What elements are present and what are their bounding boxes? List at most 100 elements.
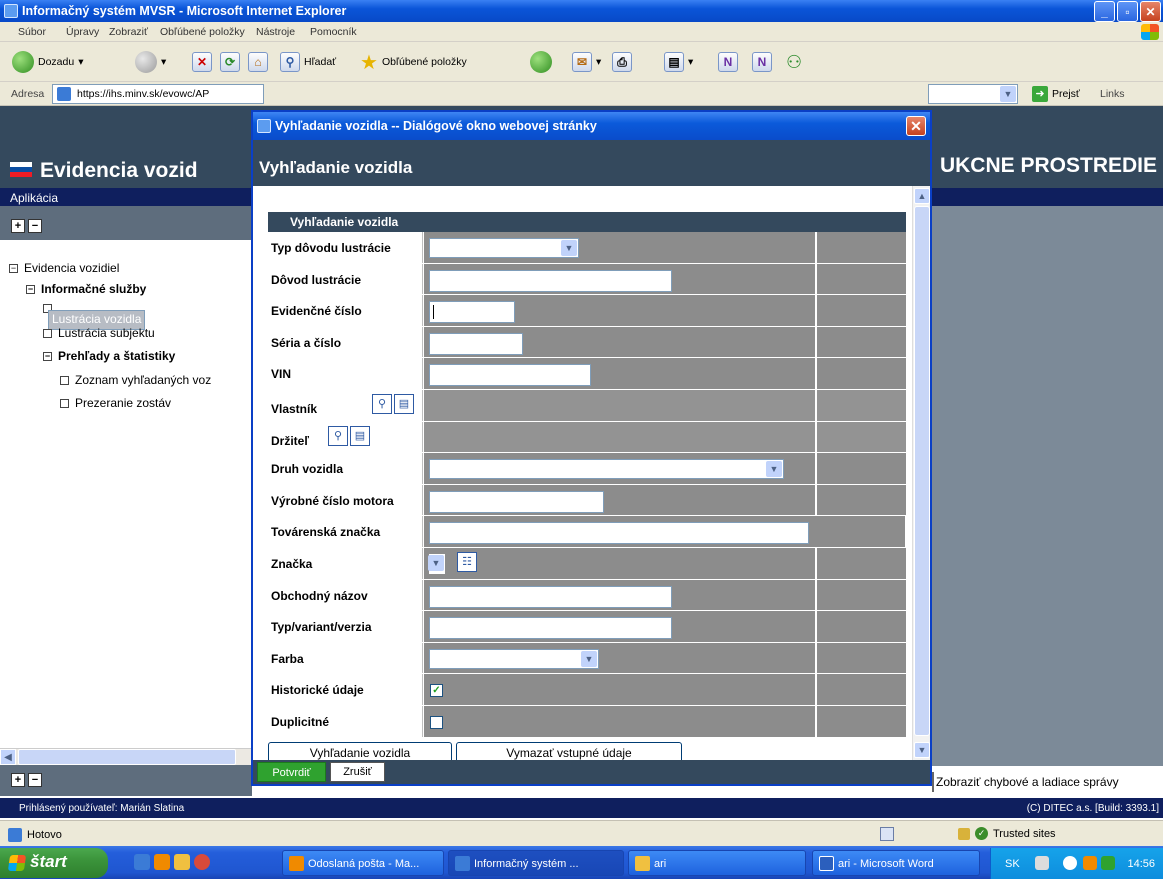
expand-all-icon[interactable]: +: [11, 219, 25, 233]
favorites-button[interactable]: ★ Obľúbené položky: [360, 50, 467, 74]
go-arrow-icon: ➜: [1032, 86, 1048, 102]
row-duplicitne: Duplicitné: [268, 705, 906, 738]
dialog-title: Vyhľadanie vozidla -- Dialógové okno web…: [275, 119, 597, 133]
app-quicklaunch-icon[interactable]: [194, 854, 210, 870]
stop-icon[interactable]: ✕: [192, 52, 212, 72]
search-icon: ⚲: [280, 52, 300, 72]
tree-item-lustracia-vozidla[interactable]: Lustrácia vozidla: [43, 304, 146, 330]
expand-tray-icon[interactable]: [1063, 856, 1077, 870]
messenger-icon[interactable]: ⚇: [786, 52, 802, 73]
holder-search-icon[interactable]: ⚲: [328, 425, 348, 446]
close-window-button[interactable]: ✕: [1140, 1, 1161, 22]
scroll-up-icon[interactable]: ▲: [914, 188, 930, 204]
menu-help[interactable]: Pomocník: [310, 26, 357, 38]
menu-file[interactable]: Súbor: [18, 26, 46, 38]
manufacturer-brand-input[interactable]: [429, 522, 809, 545]
tree-item-zoznam[interactable]: Zoznam vyhľadaných voz: [60, 373, 211, 387]
scroll-thumb[interactable]: [18, 749, 236, 765]
status-text: Hotovo: [27, 829, 62, 841]
vehicle-kind-select[interactable]: ▼: [429, 459, 784, 480]
duplicate-checkbox[interactable]: [430, 715, 443, 729]
tree-item-evidencia-vozidiel[interactable]: − Evidencia vozidiel: [9, 261, 119, 275]
onenote-icon[interactable]: N: [718, 52, 738, 72]
window-title: Informačný systém MVSR - Microsoft Inter…: [22, 4, 347, 18]
owner-search-icon[interactable]: ⚲: [372, 393, 392, 414]
row-vin: VIN: [268, 358, 906, 390]
ie-quicklaunch-icon[interactable]: [134, 854, 150, 870]
dialog-close-button[interactable]: ✕: [906, 116, 926, 136]
clock: 14:56: [1127, 858, 1155, 870]
historical-data-checkbox[interactable]: ✓: [430, 684, 443, 698]
owner-clear-icon[interactable]: ▤: [394, 393, 414, 414]
task-word[interactable]: ari - Microsoft Word: [812, 850, 980, 876]
back-button[interactable]: Dozadu ▾: [12, 50, 83, 74]
row-vlastnik: Vlastník ⚲ ▤: [268, 389, 906, 422]
row-dovod: Dôvod lustrácie: [268, 263, 906, 296]
brand-select[interactable]: ▼: [428, 553, 445, 574]
leaf-icon: [60, 398, 69, 408]
task-ie[interactable]: Informačný systém ...: [448, 850, 624, 876]
row-ec: Evidenčné číslo: [268, 295, 906, 327]
menu-application[interactable]: Aplikácia: [10, 191, 58, 205]
links-toolbar[interactable]: Links: [1100, 88, 1125, 100]
collapse-all-icon[interactable]: −: [28, 773, 42, 787]
print-icon[interactable]: ⎙: [612, 52, 632, 72]
tree-item-informacne-sluzby[interactable]: − Informačné služby: [26, 282, 146, 296]
content-area: [932, 206, 1163, 766]
scroll-down-icon[interactable]: ▼: [914, 742, 930, 758]
registration-number-input[interactable]: [429, 301, 515, 324]
address-dropdown[interactable]: ▼: [928, 84, 1018, 104]
go-button[interactable]: ➜ Prejsť: [1032, 86, 1080, 102]
debug-messages-toggle[interactable]: Zobraziť chybové a ladiace správy: [932, 772, 1163, 792]
outlook-tray-icon[interactable]: [1083, 856, 1097, 870]
vin-input[interactable]: [429, 364, 591, 387]
address-input[interactable]: https://ihs.minv.sk/evowc/AP: [52, 84, 264, 104]
copyright: (C) DITEC a.s. [Build: 3393.1]: [1026, 803, 1159, 814]
menu-tools[interactable]: Nástroje: [256, 26, 295, 38]
expand-all-icon[interactable]: +: [11, 773, 25, 787]
language-indicator[interactable]: SK: [1005, 858, 1020, 870]
series-number-input[interactable]: [429, 332, 523, 355]
menu-view[interactable]: Zobraziť: [109, 26, 148, 38]
onenote-linked-icon[interactable]: N: [752, 52, 772, 72]
tree-horizontal-scrollbar[interactable]: ◀: [0, 748, 252, 765]
color-select[interactable]: ▼: [429, 648, 599, 669]
app-tray-icon[interactable]: [1101, 856, 1115, 870]
refresh-icon[interactable]: ⟳: [220, 52, 240, 72]
tree-item-prehlady[interactable]: − Prehľady a štatistiky: [43, 349, 175, 363]
collapse-all-icon[interactable]: −: [28, 219, 42, 233]
task-folder[interactable]: ari: [628, 850, 806, 876]
minimize-button[interactable]: _: [1094, 1, 1115, 22]
type-variant-input[interactable]: [429, 617, 672, 640]
menu-favorites[interactable]: Obľúbené položky: [160, 26, 245, 38]
trade-name-input[interactable]: [429, 585, 672, 608]
folder-quicklaunch-icon[interactable]: [174, 854, 190, 870]
confirm-button[interactable]: Potvrdiť: [257, 762, 326, 782]
menu-edit[interactable]: Úpravy: [66, 26, 99, 38]
edit-icon[interactable]: ▤: [664, 52, 684, 72]
maximize-button[interactable]: ▫: [1117, 1, 1138, 22]
star-icon: ★: [360, 51, 378, 74]
reason-type-select[interactable]: ▼: [429, 238, 579, 258]
chevron-down-icon: ▼: [428, 554, 444, 571]
keyboard-icon[interactable]: [1035, 856, 1049, 870]
start-button[interactable]: štart: [0, 848, 108, 878]
forward-button[interactable]: ▾: [135, 50, 166, 74]
search-button[interactable]: ⚲ Hľadať: [280, 50, 336, 74]
leaf-icon: [43, 328, 52, 338]
scroll-left-icon[interactable]: ◀: [0, 749, 16, 765]
history-icon[interactable]: [530, 51, 552, 73]
tree-item-lustracia-subjektu[interactable]: Lustrácia subjektu: [43, 326, 155, 340]
home-icon[interactable]: ⌂: [248, 52, 268, 72]
holder-clear-icon[interactable]: ▤: [350, 425, 370, 446]
engine-number-input[interactable]: [429, 490, 604, 513]
tree-item-prezeranie[interactable]: Prezeranie zostáv: [60, 396, 171, 410]
mail-icon[interactable]: ✉: [572, 52, 592, 72]
brand-list-icon[interactable]: ☷: [457, 551, 477, 572]
dialog-vertical-scrollbar[interactable]: ▲ ▼: [912, 186, 930, 760]
cancel-button[interactable]: Zrušiť: [330, 762, 385, 782]
reason-input[interactable]: [429, 269, 672, 292]
task-outlook[interactable]: Odoslaná pošta - Ma...: [282, 850, 444, 876]
outlook-quicklaunch-icon[interactable]: [154, 854, 170, 870]
scroll-thumb[interactable]: [914, 206, 930, 736]
